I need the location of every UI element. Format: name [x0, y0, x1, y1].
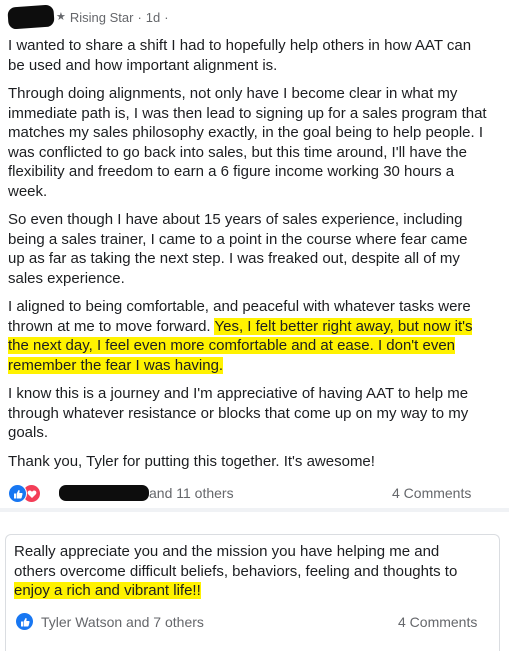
reaction-count: and 11 others — [149, 485, 234, 501]
comments-link[interactable]: 4 Comments — [398, 614, 477, 630]
comments-link[interactable]: 4 Comments — [392, 485, 471, 501]
like-icon — [8, 484, 27, 503]
redacted-author-name — [7, 4, 55, 30]
redacted-reactor-name — [59, 485, 149, 501]
reaction-summary[interactable]: Tyler Watson and 7 others — [16, 613, 204, 630]
star-icon: ★ — [56, 11, 66, 23]
second-post-card: Really appreciate you and the mission yo… — [0, 512, 509, 651]
like-icon — [16, 613, 33, 630]
highlighted-text: enjoy a rich and vibrant life!! — [14, 582, 201, 599]
post-paragraph: I know this is a journey and I'm appreci… — [8, 385, 469, 441]
author-badge[interactable]: Rising Star — [70, 10, 134, 25]
reaction-summary[interactable]: and 11 others — [8, 484, 234, 503]
post-time[interactable]: 1d — [146, 10, 160, 25]
post-body: I wanted to share a shift I had to hopef… — [8, 36, 488, 480]
post-paragraph: So even though I have about 15 years of … — [8, 211, 468, 287]
post-card: ★ Rising Star · 1d · I wanted to share a… — [0, 0, 503, 508]
post-meta: ★ Rising Star · 1d · — [56, 10, 169, 25]
reaction-count: Tyler Watson and 7 others — [41, 613, 204, 630]
second-post-body: Really appreciate you and the mission yo… — [14, 543, 458, 599]
post-paragraph: Thank you, Tyler for putting this togeth… — [8, 452, 375, 470]
post-paragraph: I wanted to share a shift I had to hopef… — [8, 37, 472, 74]
post-paragraph: I aligned to being comfortable, and peac… — [8, 298, 473, 374]
post-paragraph: Through doing alignments, not only have … — [8, 85, 487, 200]
